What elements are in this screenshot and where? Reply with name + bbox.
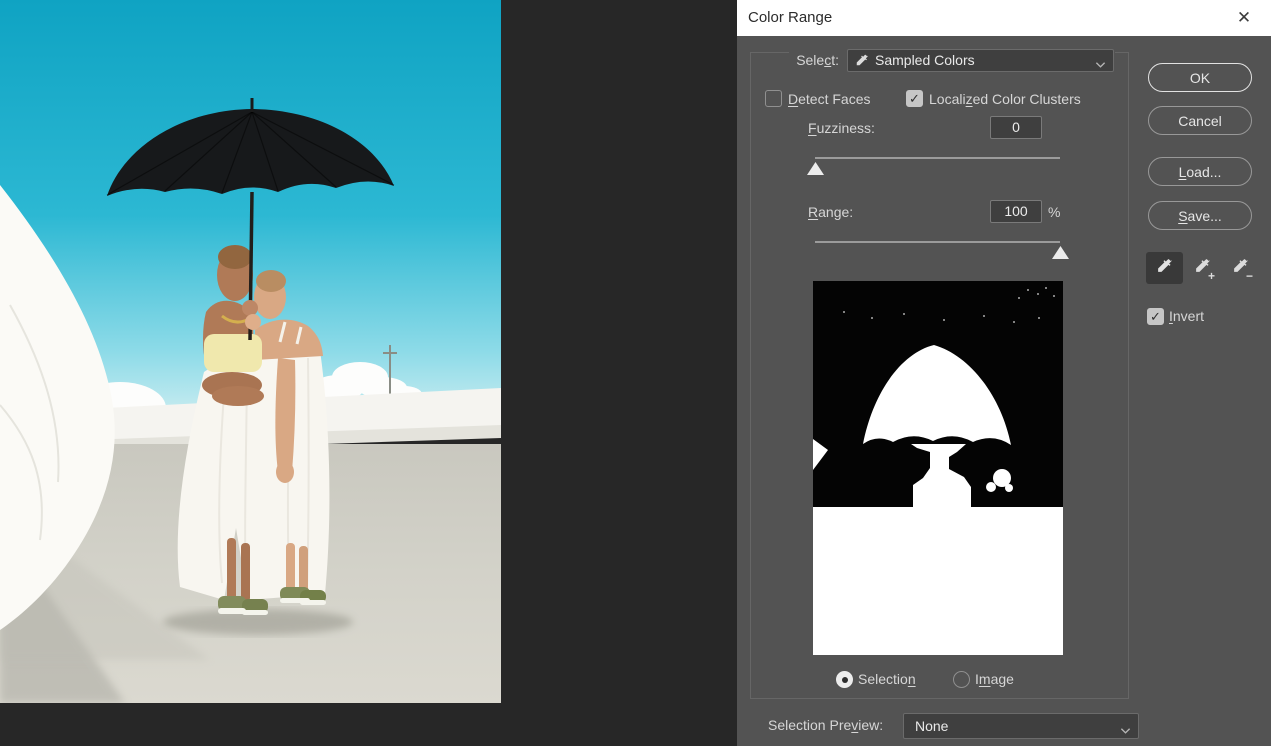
check-icon: ✓ <box>909 91 920 106</box>
invert-checkbox[interactable]: ✓ <box>1147 308 1164 325</box>
eyedropper-subtract-button[interactable]: − <box>1222 252 1259 284</box>
color-range-dialog: Color Range ✕ Select: Sampled Colors Det… <box>737 0 1271 746</box>
eyedropper-sample-button[interactable] <box>1146 252 1183 284</box>
chevron-down-icon <box>1095 56 1106 72</box>
select-dropdown-value: Sampled Colors <box>875 52 1113 68</box>
fuzziness-input[interactable]: 0 <box>990 116 1042 139</box>
eyedropper-add-button[interactable]: + <box>1184 252 1221 284</box>
select-dropdown[interactable]: Sampled Colors <box>847 49 1114 72</box>
range-input[interactable]: 100 <box>990 200 1042 223</box>
selection-preview-dropdown[interactable]: None <box>903 713 1139 739</box>
selection-preview-label: Selection Preview: <box>768 717 883 733</box>
selection-mask-preview[interactable] <box>813 281 1063 655</box>
cancel-button[interactable]: Cancel <box>1148 106 1252 135</box>
ok-button[interactable]: OK <box>1148 63 1252 92</box>
dialog-titlebar[interactable]: Color Range ✕ <box>737 0 1271 36</box>
range-label: Range: <box>808 204 853 220</box>
document-canvas-image[interactable] <box>0 0 501 703</box>
dialog-title: Color Range <box>748 9 832 26</box>
detect-faces-label: Detect Faces <box>788 91 871 107</box>
range-slider-track[interactable] <box>815 241 1060 243</box>
load-button[interactable]: Load... <box>1148 157 1252 186</box>
eyedropper-icon <box>1156 257 1173 279</box>
fuzziness-label: Fuzziness: <box>808 120 875 136</box>
select-row: Select: Sampled Colors <box>789 44 1115 76</box>
image-radio-label: Image <box>975 671 1014 687</box>
localized-color-clusters-label: Localized Color Clusters <box>929 91 1081 107</box>
selection-radio[interactable] <box>836 671 853 688</box>
save-button[interactable]: Save... <box>1148 201 1252 230</box>
invert-label: Invert <box>1169 308 1204 324</box>
selection-preview-value: None <box>915 718 1138 734</box>
select-label: Select: <box>789 52 839 68</box>
check-icon: ✓ <box>1150 309 1161 324</box>
detect-faces-checkbox[interactable] <box>765 90 782 107</box>
eyedropper-icon <box>855 53 869 67</box>
localized-color-clusters-checkbox[interactable]: ✓ <box>906 90 923 107</box>
close-icon[interactable]: ✕ <box>1231 5 1257 31</box>
fuzziness-slider-track[interactable] <box>815 157 1060 159</box>
selection-radio-label: Selection <box>858 671 916 687</box>
range-unit: % <box>1048 204 1060 220</box>
chevron-down-icon <box>1120 722 1131 738</box>
image-radio[interactable] <box>953 671 970 688</box>
photo-illustration <box>0 0 501 703</box>
